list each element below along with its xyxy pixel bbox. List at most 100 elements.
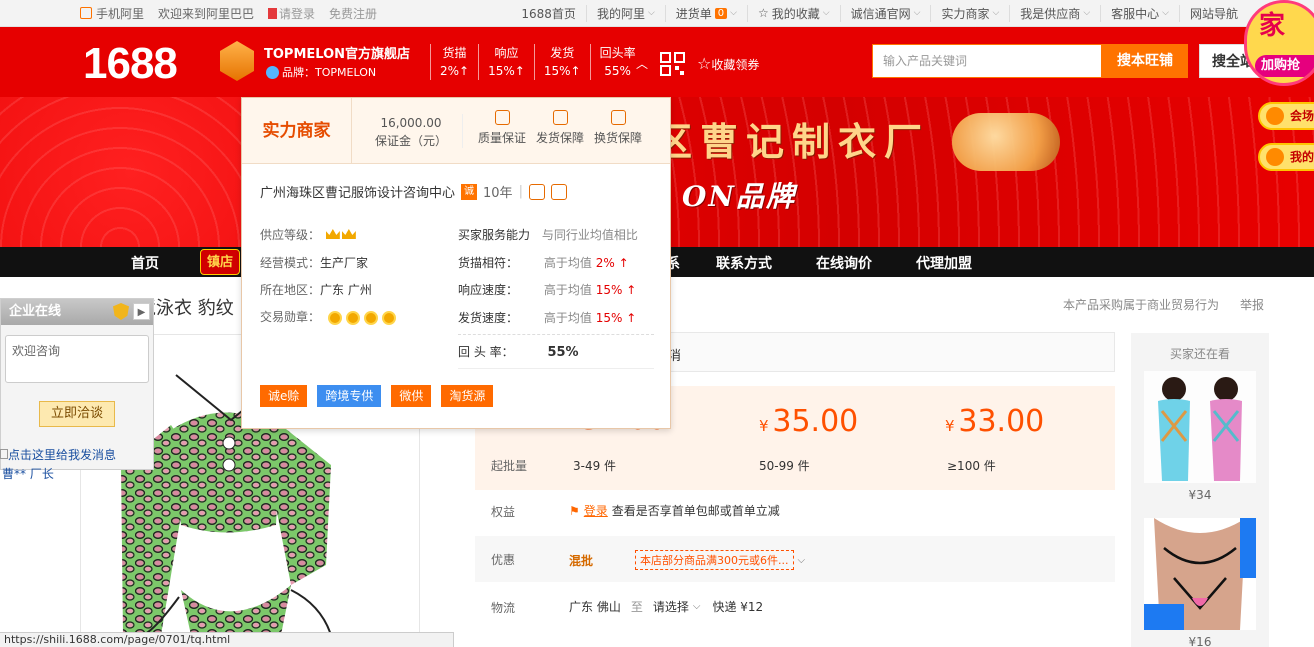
- fav-coupon-link[interactable]: ☆收藏领券: [697, 54, 759, 73]
- rail-item-image[interactable]: [1144, 518, 1256, 630]
- merchant-badge-icon: [550, 183, 567, 200]
- qr-code-icon[interactable]: [660, 52, 686, 76]
- contact-name[interactable]: 曹** 厂长: [2, 465, 54, 482]
- service-delivery: 发货速度： 高于均值 15% ↑: [458, 311, 637, 325]
- favorites-link[interactable]: ☆ 我的收藏 ⌵: [747, 4, 840, 22]
- tag-credit[interactable]: 诚e赊: [260, 385, 308, 407]
- register-link[interactable]: 免费注册: [329, 5, 377, 22]
- strong-merchant-link[interactable]: 实力商家 ⌵: [930, 4, 1009, 22]
- logo-1688[interactable]: 1688: [83, 39, 178, 89]
- shop-brand: 品牌：TOPMELON: [266, 64, 376, 80]
- shipping-fee: 快递 ¥12: [712, 600, 764, 614]
- company-name[interactable]: 广州海珠区曹记服饰设计咨询中心: [260, 182, 455, 201]
- site-nav-link[interactable]: 网站导航: [1178, 4, 1248, 22]
- report-link[interactable]: 举报: [1240, 296, 1264, 313]
- collapse-arrow-icon[interactable]: ▶: [133, 303, 150, 320]
- also-viewed-rail: 买家还在看 ¥34 ¥16: [1131, 333, 1269, 647]
- mobile-icon: [80, 7, 92, 19]
- service-description: 货描相符： 高于均值 2% ↑: [458, 256, 629, 270]
- shield-icon: [113, 303, 129, 320]
- shop-name[interactable]: TOPMELON官方旗舰店: [264, 43, 410, 62]
- trade-notice: 本产品采购属于商业贸易行为: [1063, 298, 1220, 312]
- top-nav: 手机阿里 欢迎来到阿里巴巴 请登录 免费注册 1688首页 我的阿里 ⌵ 进货单 0…: [0, 0, 1314, 27]
- rail-item-price: ¥16: [1188, 635, 1212, 647]
- discount-tag[interactable]: 本店部分商品满300元或6件...: [635, 550, 794, 570]
- search-input[interactable]: 输入产品关键词: [872, 44, 1102, 78]
- promo-venue-pill[interactable]: 会场: [1258, 102, 1314, 130]
- star-icon: ☆: [758, 6, 769, 20]
- medal-icon: [363, 310, 378, 325]
- mobile-alibaba-link[interactable]: 手机阿里: [96, 5, 144, 22]
- service-title: 买家服务能力 与同行业均值相比: [458, 228, 638, 242]
- nav-inquiry[interactable]: 在线询价: [816, 253, 872, 273]
- business-model: 经营模式：生产厂家: [260, 256, 369, 270]
- medal-icon: [381, 310, 396, 325]
- cloud-decoration: [952, 113, 1060, 171]
- destination-select[interactable]: 请选择: [653, 598, 689, 615]
- exchange-guarantee[interactable]: 换货保障: [592, 110, 644, 146]
- metric-response: 响应 15%↑: [478, 44, 534, 80]
- qty-tier-1: 3-49 件: [573, 459, 617, 473]
- promo-float-badge[interactable]: 家 加购抢: [1244, 0, 1314, 86]
- nav-agency[interactable]: 代理加盟: [916, 253, 972, 273]
- send-message-link[interactable]: 点击这里给我发消息: [0, 446, 116, 463]
- star-icon: ☆: [697, 54, 712, 73]
- chat-now-button[interactable]: 立即洽谈: [39, 401, 115, 427]
- chevron-up-icon[interactable]: ︿: [636, 55, 648, 72]
- region: 所在地区：广东 广州: [260, 283, 372, 297]
- delivery-guarantee[interactable]: 发货保障: [534, 110, 586, 146]
- min-order-label: 起批量: [491, 459, 528, 473]
- shop-logo-icon: [220, 41, 254, 81]
- home-link[interactable]: 1688首页: [511, 5, 586, 22]
- search-shop-button[interactable]: 搜本旺铺: [1102, 44, 1188, 78]
- chevron-down-icon: ⌵: [1162, 8, 1169, 18]
- service-center-link[interactable]: 客服中心 ⌵: [1100, 4, 1179, 22]
- shop-metrics[interactable]: 货描 2%↑ 响应 15%↑ 发货 15%↑ 回头率 55%: [430, 44, 645, 80]
- medal-icon: [327, 310, 342, 325]
- chat-widget: 企业在线 ▶ 欢迎咨询 立即洽谈: [0, 298, 154, 470]
- promo-mine-pill[interactable]: 我的: [1258, 143, 1314, 171]
- discount-type: 混批: [569, 553, 594, 568]
- crown-icon: [341, 229, 356, 239]
- logistics-row: 物流 广东 佛山 至 请选择 ⌵ 快递 ¥12: [491, 598, 764, 615]
- benefit-login-link[interactable]: 登录: [584, 502, 608, 519]
- strong-merchant-badge: 实力商家: [242, 98, 352, 164]
- qty-tier-3: ≥100 件: [947, 459, 996, 473]
- gift-icon: ⚑: [569, 503, 580, 518]
- tag-cross-border[interactable]: 跨境专供: [317, 385, 382, 407]
- banner-subtitle: ON品牌: [682, 180, 796, 213]
- cart-count-badge: 0: [714, 7, 728, 19]
- deposit-info: 16,000.00 保证金（元）: [374, 116, 447, 148]
- crown-icon: [325, 229, 340, 239]
- chengxintong-link[interactable]: 诚信通官网 ⌵: [839, 4, 931, 22]
- nav-home[interactable]: 首页: [131, 253, 159, 273]
- chevron-down-icon: ⌵: [913, 8, 921, 18]
- merchant-popover: 实力商家 16,000.00 保证金（元） 质量保证 发货保障 换货保障 广州海…: [241, 97, 671, 429]
- supplier-level: 供应等级：: [260, 226, 356, 243]
- nav-featured[interactable]: 镇店: [200, 249, 240, 275]
- my-alibaba-link[interactable]: 我的阿里 ⌵: [585, 4, 665, 22]
- rail-item-image[interactable]: [1144, 371, 1256, 483]
- medal-icon: [345, 310, 360, 325]
- exchange-icon: [610, 110, 626, 125]
- return-rate: 回 头 率： 55%: [458, 345, 579, 360]
- supplier-link[interactable]: 我是供应商 ⌵: [1009, 4, 1100, 22]
- login-link[interactable]: 请登录: [268, 5, 315, 22]
- nav-contact[interactable]: 联系方式: [716, 253, 772, 273]
- service-response: 响应速度： 高于均值 15% ↑: [458, 283, 637, 297]
- tag-micro-supply[interactable]: 微供: [391, 385, 432, 407]
- broken-image-icon: [0, 449, 8, 459]
- chevron-down-icon[interactable]: ⌵: [798, 555, 806, 566]
- tag-taobao-source[interactable]: 淘货源: [441, 385, 494, 407]
- login-icon: [268, 7, 278, 19]
- rail-title: 买家还在看: [1169, 347, 1230, 361]
- banner-title: 区曹记制衣厂: [654, 119, 931, 164]
- benefit-row: 权益 ⚑ 登录 查看是否享首单包邮或首单立减: [491, 502, 780, 520]
- price-tier-3: ¥ 33.00: [945, 404, 1045, 439]
- browser-status-url: https://shili.1688.com/page/0701/tq.html: [0, 632, 454, 647]
- chevron-down-icon[interactable]: ⌵: [693, 601, 701, 612]
- chat-message-input[interactable]: 欢迎咨询: [5, 335, 149, 383]
- cart-link[interactable]: 进货单 0 ⌵: [664, 4, 747, 22]
- brand-icon: [266, 65, 279, 79]
- quality-guarantee[interactable]: 质量保证: [476, 110, 528, 146]
